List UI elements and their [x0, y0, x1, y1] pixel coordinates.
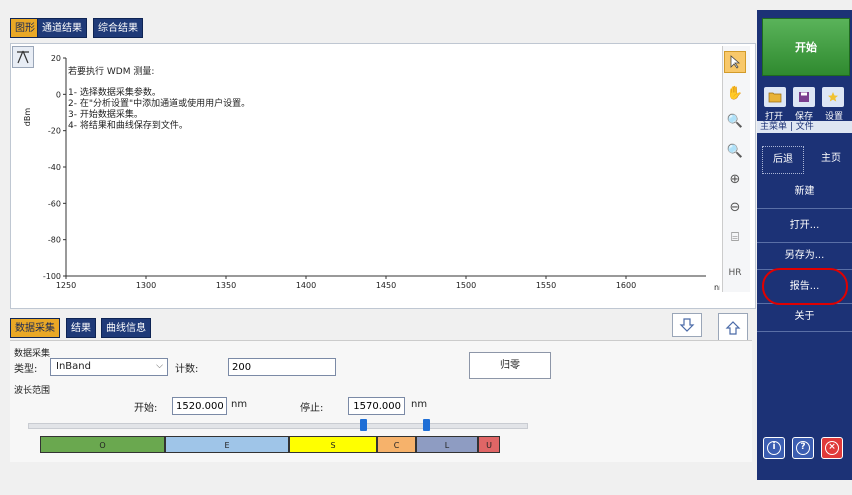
open-folder-icon[interactable]	[764, 87, 786, 107]
report-highlight-circle	[762, 268, 848, 305]
wavelength-slider-track[interactable]	[28, 423, 528, 429]
start-wavelength-field[interactable]	[172, 397, 227, 415]
band-o: O	[40, 436, 165, 453]
back-button[interactable]: 后退	[762, 146, 804, 174]
y-tick-label: -40	[48, 163, 61, 172]
tab-results[interactable]: 结果	[66, 318, 96, 338]
x-tick-label: 1250	[56, 281, 76, 290]
x-tick-label: 1500	[456, 281, 476, 290]
wavelength-group-label: 波长范围	[14, 386, 51, 396]
hr-button[interactable]: HR	[724, 262, 746, 284]
start-unit: nm	[231, 399, 248, 410]
instruction-step: 1- 选择数据采集参数。	[68, 88, 161, 98]
count-label: 计数:	[175, 364, 199, 375]
band-c: C	[377, 436, 416, 453]
instruction-step: 3- 开始数据采集。	[68, 110, 143, 120]
tab-acquisition[interactable]: 数据采集	[10, 318, 60, 338]
home-button[interactable]: 主页	[810, 146, 852, 174]
start-slider-handle[interactable]	[360, 419, 367, 431]
x-tick-label: 1550	[536, 281, 556, 290]
info-icon[interactable]: i	[763, 437, 785, 459]
arrow-up-icon[interactable]	[718, 313, 748, 343]
menu-about[interactable]: 关于	[757, 304, 852, 332]
band-s: S	[289, 436, 377, 453]
breadcrumb: 主菜单 | 文件	[757, 121, 852, 133]
stop-unit: nm	[411, 399, 428, 410]
y-tick-label: -80	[48, 236, 61, 245]
x-tick-label: 1600	[616, 281, 636, 290]
instructions-heading: 若要执行 WDM 测量:	[68, 67, 155, 77]
type-select[interactable]: InBand ⌵	[50, 358, 168, 376]
x-tick-label: 1450	[376, 281, 396, 290]
pan-hand-icon[interactable]: ✋	[724, 82, 746, 104]
x-axis-unit: nm	[714, 283, 720, 292]
y-tick-label: 0	[56, 90, 61, 99]
fit-trace-icon[interactable]: ⌸	[724, 226, 746, 248]
stop-slider-handle[interactable]	[423, 419, 430, 431]
y-tick-label: -60	[48, 199, 61, 208]
y-tick-label: -20	[48, 127, 61, 136]
tab-channel-results[interactable]: 通道结果	[37, 18, 87, 38]
count-field[interactable]	[228, 358, 336, 376]
stop-wavelength-field[interactable]	[348, 397, 405, 415]
zero-button[interactable]: 归零	[469, 352, 551, 379]
tab-summary-results[interactable]: 综合结果	[93, 18, 143, 38]
start-label: 开始:	[134, 403, 158, 414]
type-select-value: InBand	[56, 361, 91, 372]
menu-new[interactable]: 新建	[757, 175, 852, 209]
x-tick-label: 1350	[216, 281, 236, 290]
y-axis-label: dBm	[23, 108, 32, 127]
zoom-in-icon[interactable]: ⊕	[724, 168, 746, 190]
settings-star-icon[interactable]	[822, 87, 844, 107]
chevron-down-icon: ⌵	[156, 361, 163, 371]
tab-trace-info[interactable]: 曲线信息	[101, 318, 151, 338]
save-disk-icon[interactable]	[793, 87, 815, 107]
band-l: L	[416, 436, 478, 453]
instruction-step: 2- 在"分析设置"中添加通道或使用用户设置。	[68, 99, 251, 109]
x-tick-label: 1300	[136, 281, 156, 290]
y-tick-label: 20	[51, 54, 61, 63]
instruction-step: 4- 将结果和曲线保存到文件。	[68, 121, 188, 131]
acquisition-group-label: 数据采集	[14, 349, 51, 359]
pointer-icon[interactable]	[724, 51, 746, 73]
stop-label: 停止:	[300, 403, 324, 414]
zoom-icon[interactable]: 🔍	[724, 140, 746, 162]
help-icon[interactable]: ?	[792, 437, 814, 459]
zoom-area-icon[interactable]: 🔍	[724, 110, 746, 132]
menu-save-as[interactable]: 另存为...	[757, 243, 852, 270]
y-tick-label: -100	[43, 272, 61, 281]
arrow-down-icon[interactable]	[672, 313, 702, 337]
band-u: U	[478, 436, 500, 453]
tab-graph[interactable]: 图形	[10, 18, 40, 38]
zoom-out-icon[interactable]: ⊖	[724, 196, 746, 218]
band-e: E	[165, 436, 289, 453]
x-tick-label: 1400	[296, 281, 316, 290]
type-label: 类型:	[14, 364, 38, 375]
close-icon[interactable]: ×	[821, 437, 843, 459]
instructions-box: 若要执行 WDM 测量: 1- 选择数据采集参数。 2- 在"分析设置"中添加通…	[68, 67, 250, 132]
menu-open[interactable]: 打开...	[757, 209, 852, 243]
start-measure-button[interactable]: 开始	[762, 18, 850, 76]
